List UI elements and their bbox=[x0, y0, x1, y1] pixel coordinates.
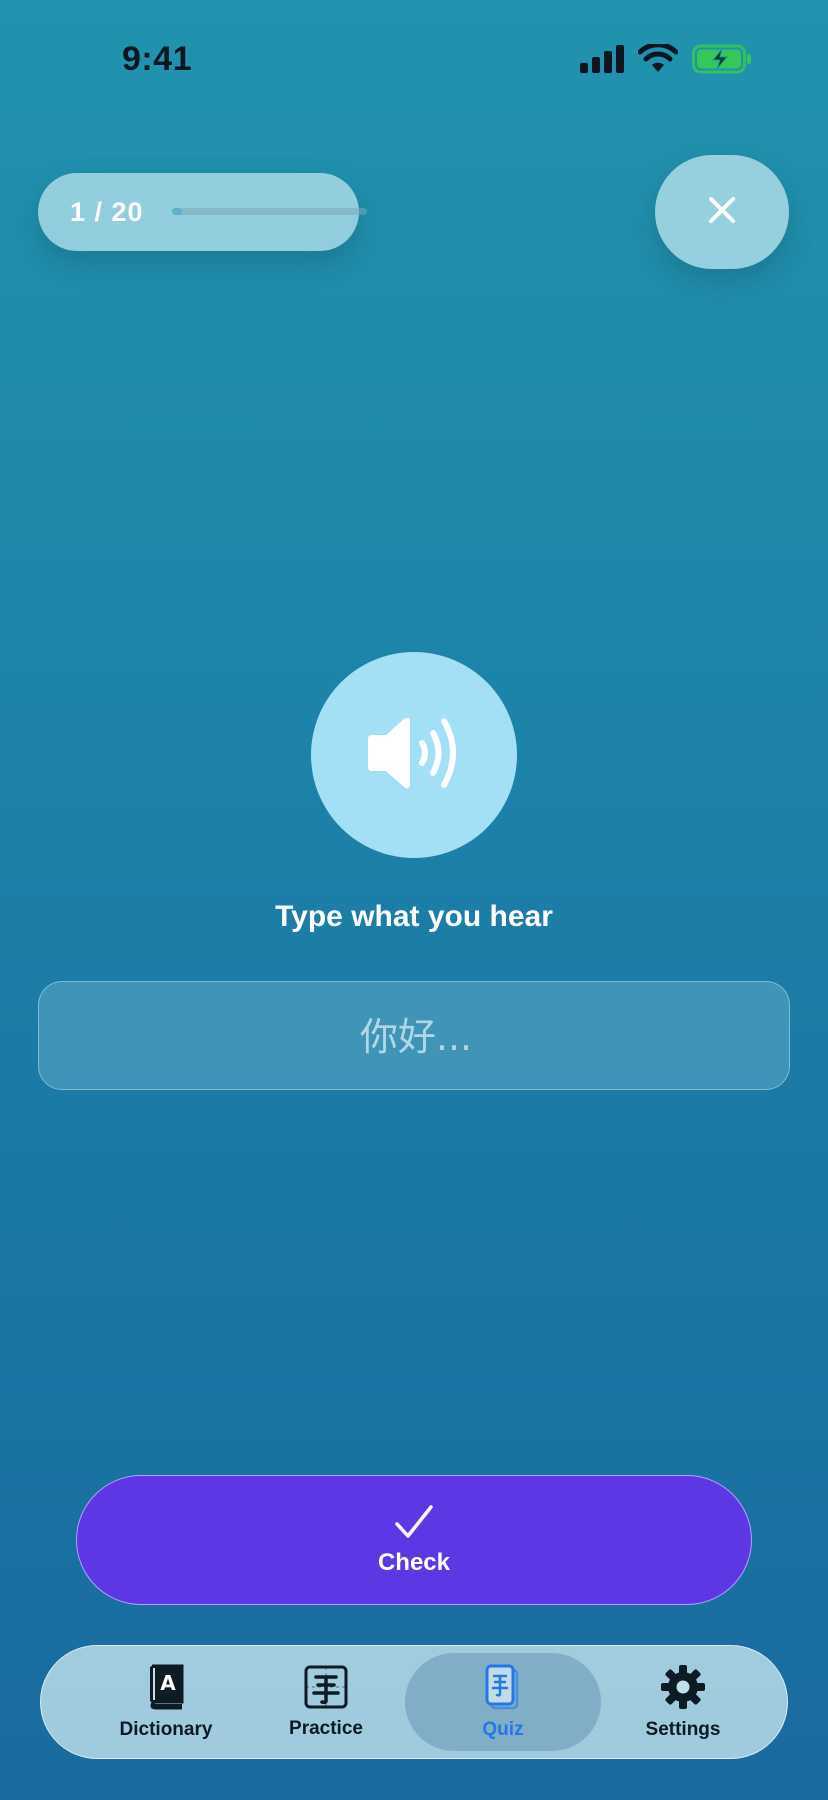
answer-field[interactable] bbox=[38, 981, 793, 1091]
svg-text:A: A bbox=[160, 1671, 176, 1695]
tab-bar: A Dictionary Practice Quiz Settings bbox=[40, 1645, 788, 1759]
quiz-card-icon bbox=[485, 1664, 521, 1715]
tab-practice[interactable]: Practice bbox=[251, 1646, 401, 1758]
checkmark-icon bbox=[394, 1504, 434, 1545]
wifi-icon bbox=[637, 42, 679, 79]
tab-label-practice: Practice bbox=[289, 1717, 363, 1739]
practice-character-icon bbox=[304, 1665, 348, 1714]
battery-charging-icon bbox=[692, 44, 752, 79]
progress-counter: 1 / 20 bbox=[70, 196, 144, 227]
answer-input[interactable] bbox=[39, 982, 793, 1091]
status-time: 9:41 bbox=[122, 40, 193, 78]
tab-label-settings: Settings bbox=[645, 1718, 721, 1740]
progress-bar-fill bbox=[172, 208, 182, 215]
tab-dictionary[interactable]: A Dictionary bbox=[91, 1646, 241, 1758]
cellular-signal-icon bbox=[580, 45, 624, 78]
close-button[interactable] bbox=[655, 155, 789, 269]
progress-bar bbox=[172, 208, 367, 215]
check-button-label: Check bbox=[377, 1548, 451, 1576]
close-icon bbox=[707, 195, 737, 230]
dictionary-book-icon: A bbox=[146, 1664, 186, 1715]
gear-icon bbox=[660, 1664, 706, 1715]
tab-label-quiz: Quiz bbox=[482, 1718, 524, 1740]
status-bar: 9:41 bbox=[0, 0, 828, 120]
tab-label-dictionary: Dictionary bbox=[119, 1718, 213, 1740]
tab-settings[interactable]: Settings bbox=[608, 1646, 758, 1758]
quiz-progress-pill: 1 / 20 bbox=[38, 173, 367, 251]
play-audio-button[interactable] bbox=[311, 652, 517, 858]
status-icons bbox=[580, 42, 752, 79]
speaker-wave-icon bbox=[364, 713, 464, 798]
tab-quiz[interactable]: Quiz bbox=[428, 1646, 578, 1758]
check-button[interactable]: Check bbox=[76, 1475, 752, 1605]
quiz-prompt: Type what you hear bbox=[275, 900, 553, 933]
